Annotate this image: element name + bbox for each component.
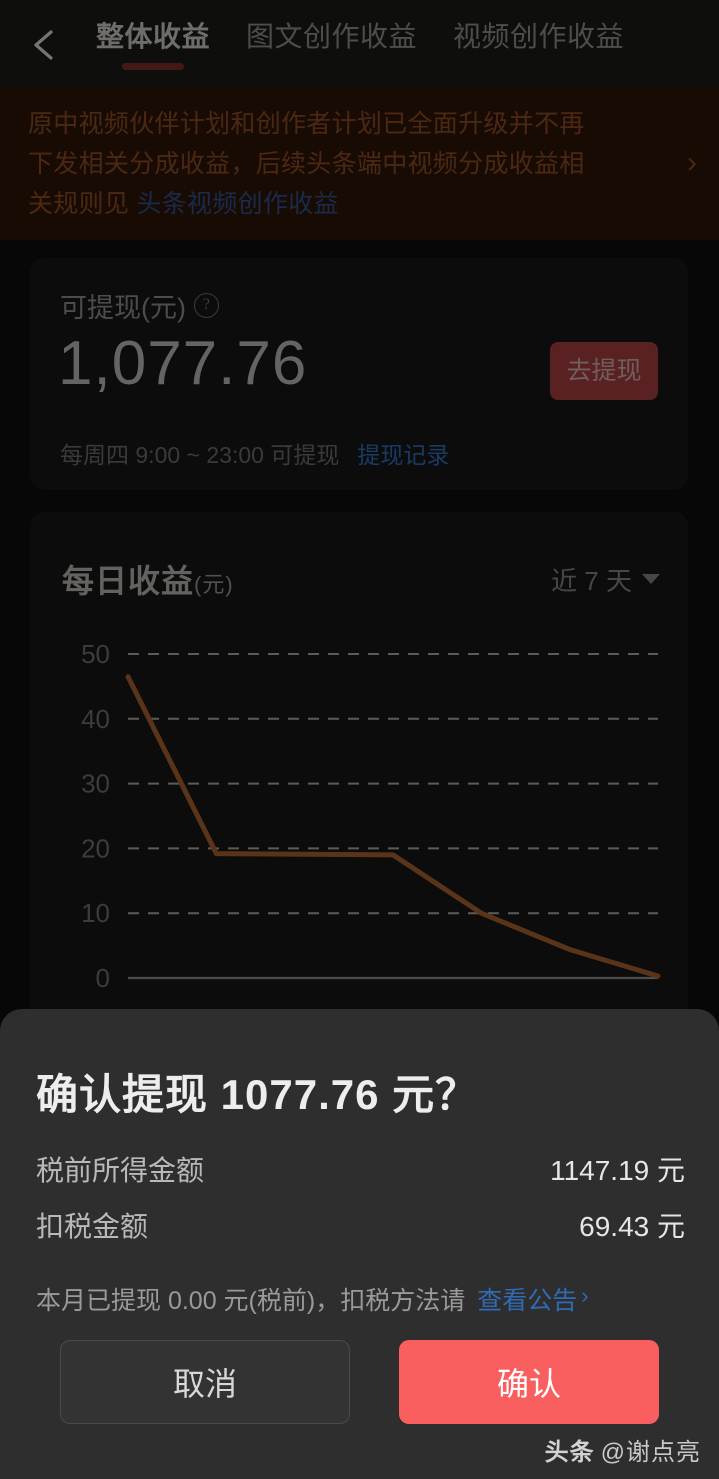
tax-note: 本月已提现 0.00 元(税前)，扣税方法请 查看公告 › — [36, 1281, 589, 1317]
watermark-handle: @谢点亮 — [600, 1439, 701, 1466]
watermark-brand: 头条 — [544, 1439, 595, 1466]
breakdown-value: 69.43 元 — [579, 1211, 685, 1242]
view-announcement-label: 查看公告 — [477, 1287, 578, 1315]
chevron-right-icon: › — [581, 1283, 589, 1308]
withdraw-confirm-sheet: 确认提现 1077.76 元？ 税前所得金额 1147.19 元 扣税金额 69… — [0, 1009, 719, 1479]
confirm-button[interactable]: 确认 — [399, 1340, 659, 1424]
breakdown-label: 税前所得金额 — [36, 1155, 205, 1186]
sheet-action-buttons: 取消 确认 — [60, 1340, 659, 1424]
watermark: 头条 @谢点亮 — [545, 1432, 701, 1467]
app-screen: 整体收益 图文创作收益 视频创作收益 原中视频伙伴计划和创作者计划已全面升级并不… — [0, 0, 719, 1479]
breakdown-row: 扣税金额 69.43 元 — [36, 1205, 685, 1245]
breakdown-label: 扣税金额 — [36, 1211, 149, 1242]
breakdown-row: 税前所得金额 1147.19 元 — [36, 1149, 685, 1189]
tax-note-text: 本月已提现 0.00 元(税前)，扣税方法请 — [36, 1287, 466, 1315]
sheet-title: 确认提现 1077.76 元？ — [36, 1071, 479, 1118]
breakdown-value: 1147.19 元 — [550, 1155, 685, 1186]
view-announcement-link[interactable]: 查看公告 › — [477, 1281, 588, 1317]
amount-breakdown: 税前所得金额 1147.19 元 扣税金额 69.43 元 — [36, 1149, 685, 1261]
cancel-button[interactable]: 取消 — [60, 1340, 350, 1424]
